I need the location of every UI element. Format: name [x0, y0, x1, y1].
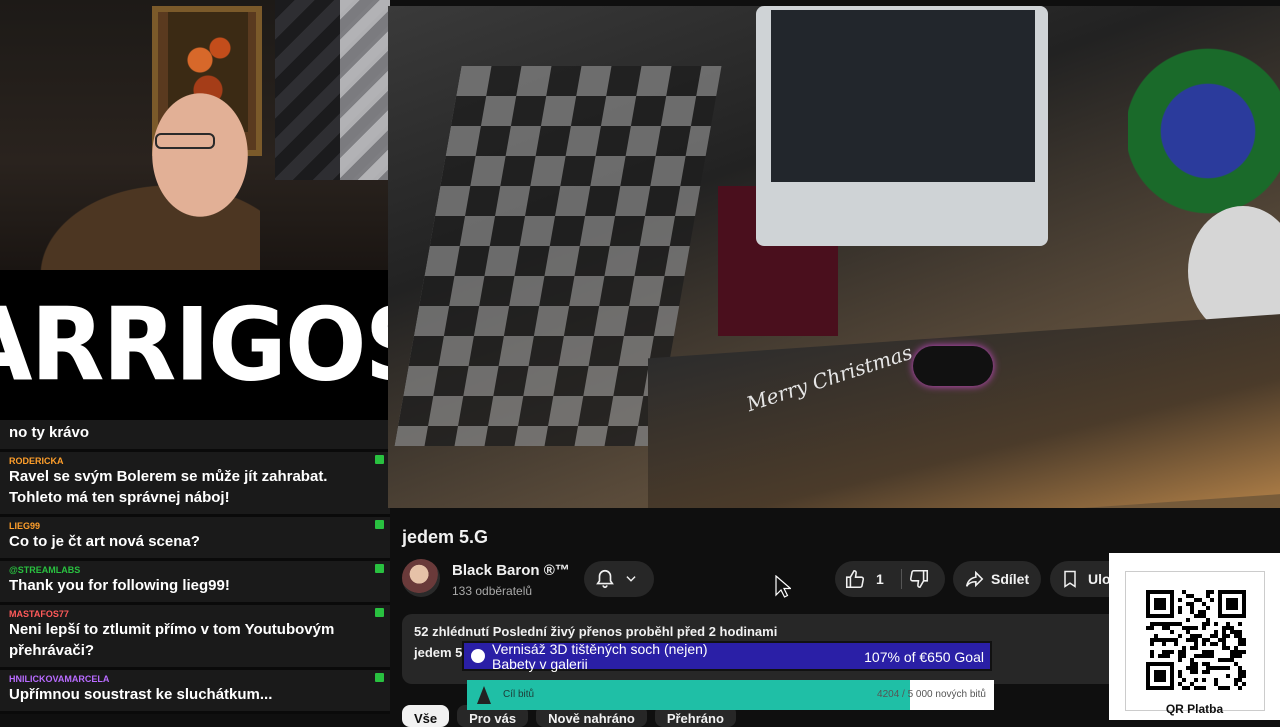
share-icon	[963, 568, 985, 590]
chat-text: Neni lepší to ztlumit přímo v tom Youtub…	[9, 621, 335, 659]
video-player[interactable]: Merry Christmas	[388, 6, 1280, 508]
chat-text: no ty krávo	[9, 424, 90, 441]
badge-icon	[375, 520, 384, 529]
chat-text: Upřímnou soustrast ke sluchátkum...	[9, 686, 273, 703]
chat-panel: no ty krávo RODERICKA Ravel se svým Bolere…	[0, 420, 390, 720]
chat-message: RODERICKA Ravel se svým Bolerem se může j…	[0, 452, 390, 517]
chat-text: Thank you for following lieg99!	[9, 577, 230, 594]
description-text: jedem 5	[414, 645, 463, 660]
qr-payment-panel: QR Platba	[1109, 553, 1280, 720]
video-title: jedem 5.G	[402, 527, 489, 547]
bits-value: 4204 / 5 000 nových bitů	[877, 689, 986, 700]
acoustic-foam-light	[340, 0, 390, 180]
share-label: Sdílet	[991, 571, 1030, 587]
badge-icon	[375, 564, 384, 573]
badge-icon	[375, 455, 384, 464]
like-dislike-group: 1	[835, 561, 945, 597]
chevron-down-icon	[624, 572, 638, 586]
desk-mat	[648, 313, 1280, 508]
thumbs-down-icon	[908, 568, 930, 590]
dislike-button[interactable]	[908, 568, 930, 590]
chat-username[interactable]: LIEG99	[9, 521, 380, 531]
bell-icon	[594, 568, 616, 590]
chat-username[interactable]: @STREAMLABS	[9, 565, 380, 575]
channel-avatar[interactable]	[402, 559, 440, 597]
chat-username[interactable]: RODERICKA	[9, 456, 380, 466]
goal-title-line2: Babety v galerii	[492, 656, 588, 672]
mouse-cursor-icon	[775, 575, 791, 598]
chat-username[interactable]: MASTAFOS77	[9, 609, 380, 619]
view-count-and-date: 52 zhlédnutí Poslední živý přenos proběh…	[414, 624, 778, 639]
chat-message: LIEG99 Co to je čt art nová scena?	[0, 517, 390, 561]
qr-frame	[1125, 571, 1265, 711]
chat-text: Co to je čt art nová scena?	[9, 533, 200, 550]
share-button[interactable]: Sdílet	[953, 561, 1041, 597]
donation-goal-widget: Vernisáž 3D tištěných soch (nejen) Babet…	[462, 641, 992, 672]
webcam-feed	[0, 0, 390, 270]
chip-filter[interactable]: Vše	[402, 705, 450, 727]
goal-value: 107% of €650 Goal	[864, 649, 984, 665]
thumbs-up-icon	[844, 568, 866, 590]
goal-icon	[471, 649, 485, 663]
glasses	[155, 133, 215, 149]
bits-diamond-icon	[477, 686, 491, 704]
goal-title: Vernisáž 3D tištěných soch (nejen) Babet…	[492, 642, 708, 672]
chat-message: MASTAFOS77 Neni lepší to ztlumit přímo v …	[0, 605, 390, 670]
channel-logo: ARRIGOS	[0, 270, 434, 420]
bits-label: Cíl bitů	[503, 689, 535, 700]
chat-username[interactable]: HNILICKOVAMARCELA	[9, 674, 380, 684]
chat-message: @STREAMLABS Thank you for following lieg9…	[0, 561, 390, 605]
christmas-tree	[1128, 46, 1280, 216]
monitor-screen	[771, 10, 1035, 182]
gaming-mouse	[913, 346, 993, 386]
logo-text: ARRIGOS	[0, 286, 434, 404]
subscriber-count: 133 odběratelů	[452, 584, 533, 598]
like-button[interactable]: 1	[844, 568, 884, 590]
streamer	[20, 85, 260, 270]
chat-message: no ty krávo	[0, 420, 390, 452]
notification-button[interactable]	[584, 561, 654, 597]
badge-icon	[375, 673, 384, 682]
bits-goal-widget: Cíl bitů 4204 / 5 000 nových bitů	[467, 680, 994, 710]
like-count: 1	[876, 571, 884, 587]
qr-label: QR Platba	[1165, 702, 1224, 716]
channel-name[interactable]: Black Baron ®™	[452, 562, 570, 579]
chat-message: HNILICKOVAMARCELA Upřímnou soustrast ke s…	[0, 670, 390, 714]
badge-icon	[375, 608, 384, 617]
goal-title-line1: Vernisáž 3D tištěných soch (nejen)	[492, 641, 708, 657]
chat-text: Ravel se svým Bolerem se může jít zahrab…	[9, 468, 328, 506]
bookmark-icon	[1060, 568, 1080, 590]
like-divider	[901, 569, 902, 589]
qr-code-icon	[1146, 590, 1246, 690]
